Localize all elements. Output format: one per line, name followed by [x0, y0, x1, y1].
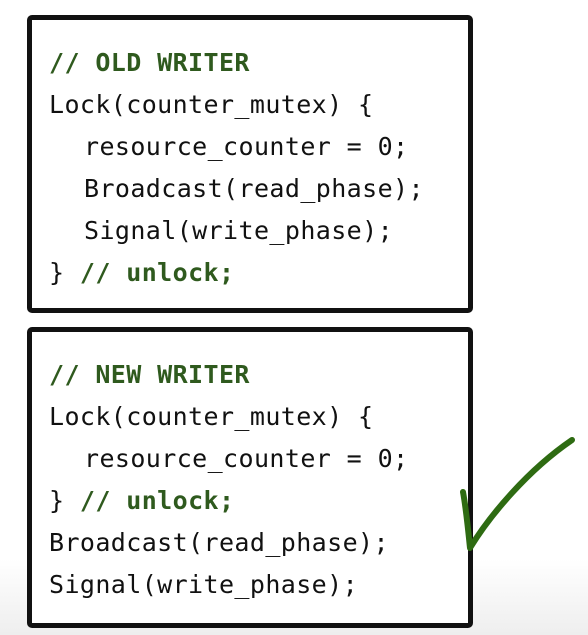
- new-signal-line: Signal(write_phase);: [49, 570, 359, 599]
- new-unlock-comment: // unlock;: [79, 486, 235, 515]
- old-broadcast-line: Broadcast(read_phase);: [84, 174, 424, 203]
- new-close-line: } // unlock;: [49, 486, 234, 516]
- new-writer-heading-comment: // NEW WRITER: [49, 360, 250, 389]
- new-reset-line: resource_counter = 0;: [84, 444, 409, 473]
- old-writer-code-box: // OLD WRITER Lock(counter_mutex) { reso…: [27, 15, 473, 313]
- checkmark-icon: [460, 437, 575, 551]
- old-close-line: } // unlock;: [49, 258, 234, 288]
- old-unlock-comment: // unlock;: [79, 258, 235, 287]
- old-lock-line: Lock(counter_mutex) {: [49, 90, 374, 119]
- old-signal-line: Signal(write_phase);: [84, 216, 394, 245]
- old-close-brace: }: [49, 258, 80, 287]
- new-broadcast-line: Broadcast(read_phase);: [49, 528, 389, 557]
- new-close-brace: }: [49, 486, 80, 515]
- old-writer-heading-comment: // OLD WRITER: [49, 48, 250, 77]
- old-reset-line: resource_counter = 0;: [84, 132, 409, 161]
- new-lock-line: Lock(counter_mutex) {: [49, 402, 374, 431]
- new-writer-code-box: // NEW WRITER Lock(counter_mutex) { reso…: [27, 327, 473, 628]
